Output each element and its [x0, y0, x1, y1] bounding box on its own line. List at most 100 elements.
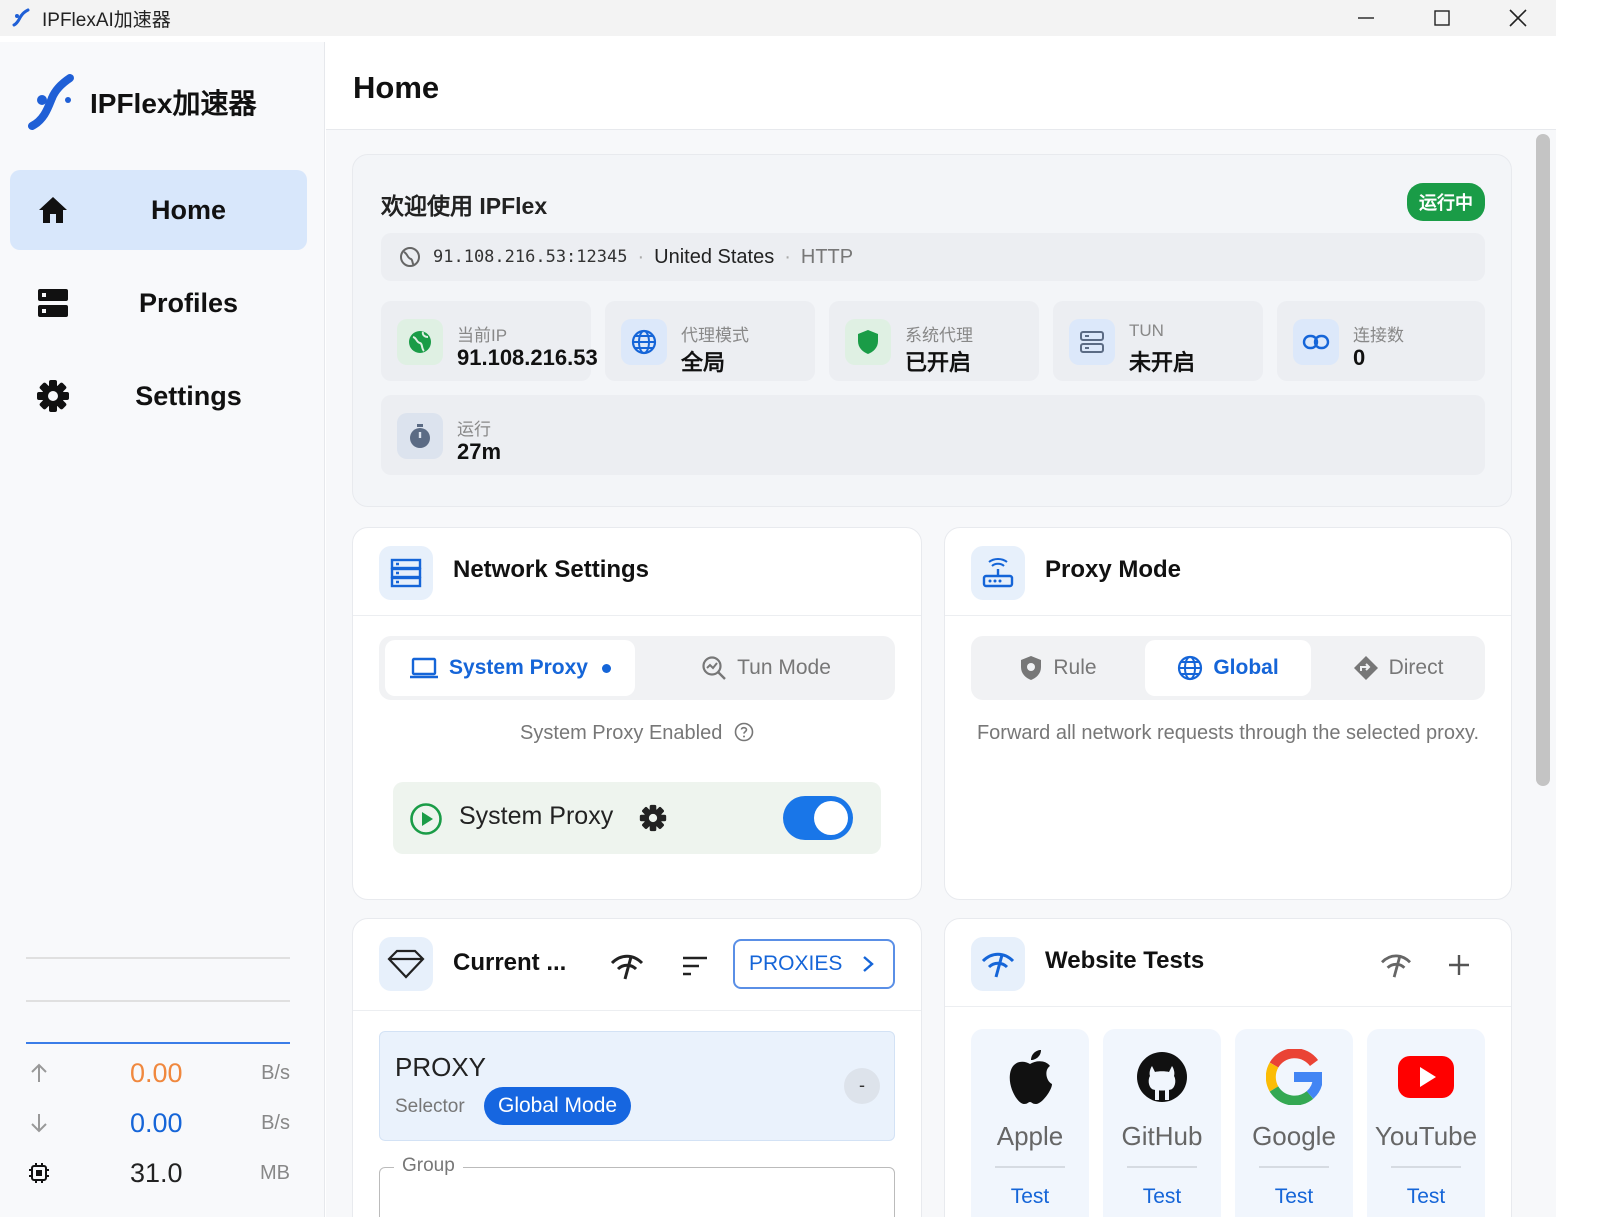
tab-global[interactable]: Global — [1145, 640, 1311, 696]
add-icon[interactable] — [1447, 953, 1471, 977]
tab-rule[interactable]: Rule — [975, 640, 1141, 696]
status-badge: 运行中 — [1407, 183, 1485, 221]
protocol: HTTP — [800, 245, 854, 268]
website-tests-card: Website Tests Apple Test GitHub Test Goo… — [944, 918, 1512, 1217]
proxies-button[interactable]: PROXIES — [733, 939, 895, 989]
divider — [995, 1166, 1065, 1168]
system-proxy-toggle[interactable] — [783, 796, 853, 840]
close-button[interactable] — [1480, 0, 1556, 36]
proxy-mode-switch: Rule Global Direct — [971, 636, 1485, 700]
page-header: Home — [326, 42, 1556, 130]
speed-test-icon[interactable] — [609, 951, 645, 981]
tab-direct[interactable]: Direct — [1315, 640, 1481, 696]
proxy-group-item[interactable]: PROXY Selector Global Mode - — [379, 1031, 895, 1141]
upload-speed: 0.00 B/s — [26, 1053, 290, 1093]
scrollbar[interactable] — [1536, 134, 1550, 786]
sidebar-item-label: Settings — [135, 380, 242, 411]
global-mode-badge: Global Mode — [484, 1087, 632, 1125]
network-mode-switch: System Proxy Tun Mode — [379, 636, 895, 700]
memory-value: 31.0 — [130, 1157, 183, 1188]
minimize-button[interactable] — [1328, 0, 1404, 36]
site-name: Apple — [996, 1121, 1064, 1151]
group-label: Group — [394, 1155, 463, 1177]
tile-value: 91.108.216.53 — [457, 345, 598, 370]
sidebar-item-profiles[interactable]: Profiles — [10, 263, 307, 343]
current-proxy-card: Current ... PROXIES PROXY Selector Globa… — [352, 918, 922, 1217]
gear-icon[interactable] — [639, 804, 667, 832]
active-dot — [601, 663, 611, 673]
download-unit: B/s — [261, 1111, 290, 1134]
google-icon — [1235, 1045, 1353, 1109]
tab-label: Rule — [1053, 656, 1097, 679]
help-icon[interactable] — [734, 722, 754, 742]
tile-label: 系统代理 — [905, 326, 973, 345]
button-label: PROXIES — [749, 952, 843, 975]
sort-icon[interactable] — [681, 955, 709, 977]
window-title: IPFlexAI加速器 — [42, 9, 171, 31]
site-name: GitHub — [1121, 1121, 1203, 1151]
tab-system-proxy[interactable]: System Proxy — [385, 640, 635, 696]
site-name: Google — [1252, 1121, 1336, 1151]
ip-address: 91.108.216.53:12345 — [433, 247, 628, 267]
maximize-button[interactable] — [1404, 0, 1480, 36]
upload-unit: B/s — [261, 1061, 290, 1084]
tab-label: Tun Mode — [737, 656, 831, 679]
memory-chip-icon — [26, 1162, 52, 1184]
title-bar: IPFlexAI加速器 — [0, 0, 1556, 36]
memory-unit: MB — [260, 1161, 290, 1184]
arrow-up-icon — [26, 1062, 52, 1084]
tile-tun: TUN 未开启 — [1053, 301, 1263, 381]
site-apple: Apple Test — [971, 1029, 1089, 1217]
proxy-type: Selector — [395, 1096, 465, 1117]
site-youtube: YouTube Test — [1367, 1029, 1485, 1217]
diamond-icon — [379, 937, 433, 991]
divider — [26, 957, 290, 959]
tile-system-proxy: 系统代理 已开启 — [829, 301, 1039, 381]
test-button[interactable]: Test — [971, 1185, 1089, 1209]
test-button[interactable]: Test — [1103, 1185, 1221, 1209]
main-content: Home 欢迎使用 IPFlex 运行中 91.108.216.53:12345… — [326, 42, 1556, 1217]
country: United States — [654, 245, 775, 268]
tab-label: System Proxy — [449, 656, 588, 679]
tile-current-ip: 当前IP 91.108.216.53 — [381, 301, 598, 381]
tab-tun-mode[interactable]: Tun Mode — [641, 640, 891, 696]
server-icon — [379, 546, 433, 600]
proxy-name: PROXY — [395, 1052, 487, 1082]
gear-icon — [34, 377, 72, 415]
test-button[interactable]: Test — [1367, 1185, 1485, 1209]
site-github: GitHub Test — [1103, 1029, 1221, 1217]
laptop-icon — [410, 657, 439, 679]
tab-label: Global — [1213, 656, 1279, 679]
traffic-graph-line — [26, 1042, 290, 1044]
close-icon — [1509, 9, 1527, 27]
toggle-knob — [814, 801, 848, 835]
card-header: Website Tests — [945, 919, 1511, 1007]
minimize-icon — [1358, 17, 1374, 19]
collapse-button[interactable]: - — [844, 1068, 880, 1104]
card-header: Network Settings — [353, 528, 921, 616]
brand-name: IPFlex加速器 — [90, 88, 257, 119]
tile-value: 已开启 — [905, 350, 972, 375]
test-all-icon[interactable] — [1379, 951, 1413, 979]
app-logo-icon — [12, 8, 30, 27]
card-title: Proxy Mode — [1045, 556, 1182, 583]
sidebar-item-home[interactable]: Home — [10, 170, 307, 250]
shield-icon — [845, 319, 891, 365]
divider — [26, 1000, 290, 1002]
youtube-icon — [1367, 1045, 1485, 1109]
profiles-icon — [34, 284, 72, 322]
tile-label: 连接数 — [1353, 326, 1404, 345]
group-select[interactable]: Group — [379, 1155, 895, 1217]
card-title: Current ... — [453, 949, 567, 976]
sidebar-item-settings[interactable]: Settings — [10, 356, 307, 436]
test-button[interactable]: Test — [1235, 1185, 1353, 1209]
maximize-icon — [1434, 10, 1450, 26]
hint-text: System Proxy Enabled — [520, 722, 723, 744]
tile-uptime: 运行 27m — [381, 395, 1485, 475]
sidebar-item-label: Home — [150, 194, 226, 225]
tile-label: 代理模式 — [681, 326, 749, 345]
router-icon — [971, 546, 1025, 600]
welcome-title: 欢迎使用 IPFlex — [381, 193, 548, 219]
home-icon — [34, 191, 72, 229]
rule-shield-icon — [1021, 656, 1042, 680]
